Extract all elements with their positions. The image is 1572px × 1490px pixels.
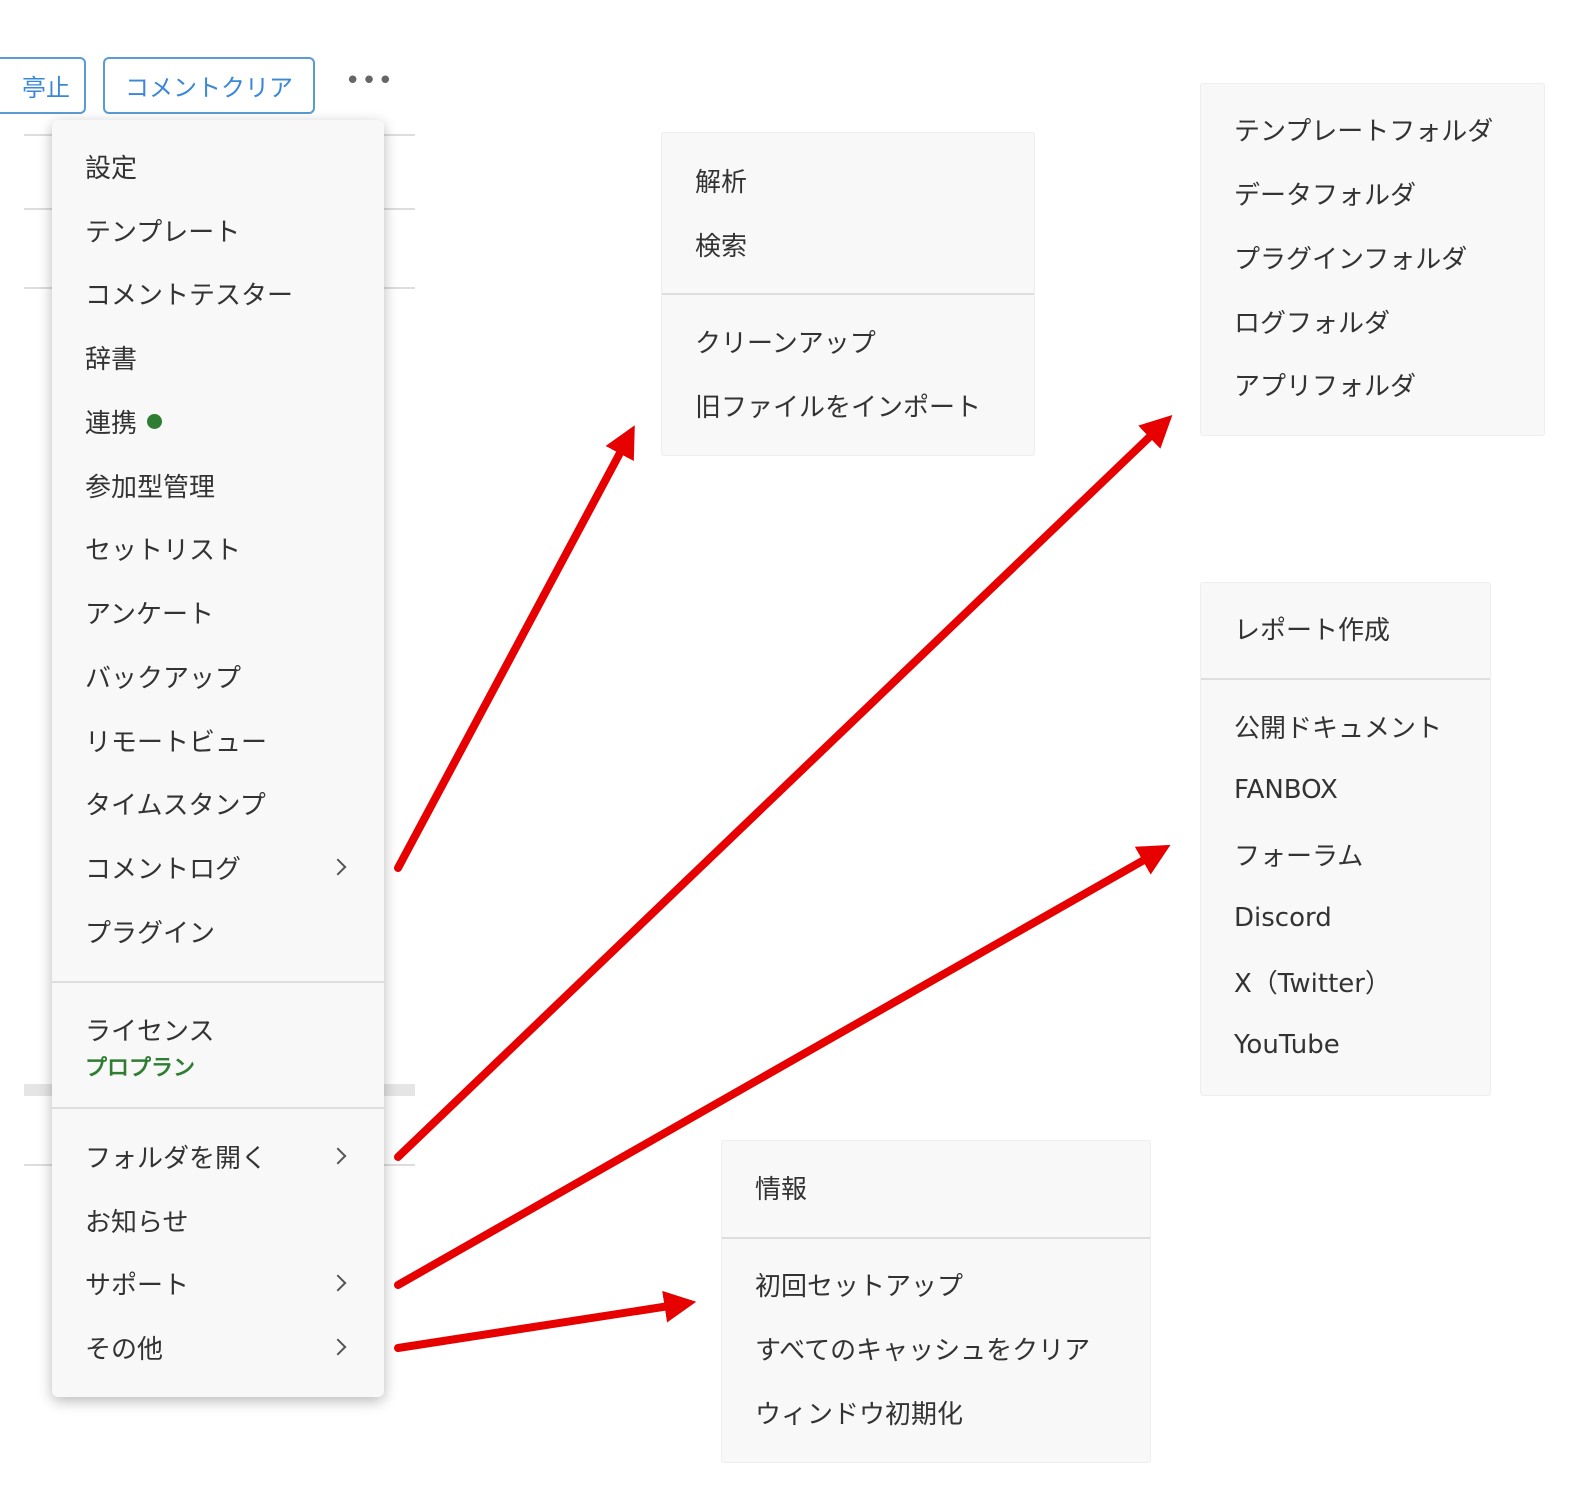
arrow-to-other-submenu [394, 1290, 697, 1352]
annotation-arrows [394, 415, 1173, 1352]
arrow-to-support-submenu [394, 844, 1171, 1289]
arrow-to-comment-log-submenu [394, 425, 635, 872]
arrow-to-folder-submenu [394, 415, 1173, 1161]
